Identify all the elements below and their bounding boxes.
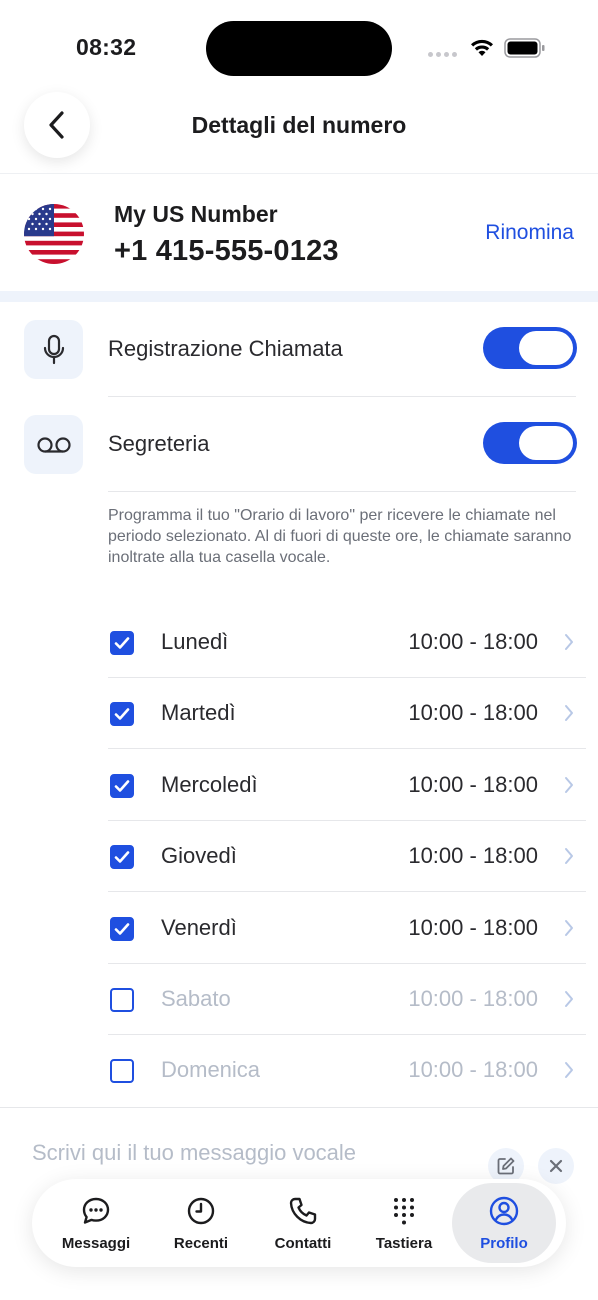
voicemail-label: Segreteria [108, 431, 210, 456]
checkmark-icon [114, 779, 130, 792]
profile-icon [489, 1196, 519, 1226]
chat-bubble-icon [82, 1197, 110, 1224]
tab-label: Recenti [173, 1235, 229, 1252]
phone-icon [289, 1197, 317, 1225]
day-hours: 10:00 - 18:00 [408, 914, 538, 940]
day-checkbox[interactable] [110, 702, 134, 727]
voicemail-row: Segreteria [0, 397, 598, 492]
chevron-right-icon [564, 847, 574, 870]
day-hours: 10:00 - 18:00 [408, 629, 538, 654]
day-name: Mercoledì [161, 771, 258, 797]
chevron-right-icon [564, 990, 574, 1013]
day-row[interactable]: Sabato 10:00 - 18:00 [108, 964, 586, 1035]
voicemail-message-input[interactable]: Scrivi qui il tuo messaggio vocale [32, 1140, 356, 1166]
day-row[interactable]: Giovedì 10:00 - 18:00 [108, 821, 586, 893]
tab-label: Profilo [480, 1235, 528, 1252]
tab-messages[interactable]: Messaggi [44, 1179, 148, 1267]
divider [0, 1107, 598, 1108]
chevron-right-icon [564, 1061, 574, 1084]
toggle-knob [519, 331, 573, 365]
call-recording-label: Registrazione Chiamata [108, 336, 343, 361]
checkmark-icon [114, 708, 130, 721]
tab-label: Tastiera [375, 1235, 433, 1252]
call-recording-row: Registrazione Chiamata [0, 302, 598, 397]
us-flag-icon [24, 204, 84, 264]
day-name: Martedì [161, 700, 236, 726]
call-recording-toggle[interactable] [483, 327, 577, 369]
voicemail-toggle[interactable] [483, 422, 577, 464]
day-name: Sabato [161, 986, 231, 1011]
day-hours: 10:00 - 18:00 [408, 986, 538, 1011]
tab-label: Contatti [274, 1235, 332, 1252]
chevron-right-icon [564, 704, 574, 727]
edit-icon [497, 1157, 515, 1175]
clock-icon [187, 1197, 215, 1225]
header: Dettagli del numero [0, 92, 598, 174]
checkmark-icon [114, 637, 130, 649]
battery-icon [504, 38, 545, 58]
tab-recents[interactable]: Recenti [149, 1179, 253, 1267]
setting-icon-box [24, 415, 83, 474]
divider [108, 491, 576, 492]
keypad-icon [394, 1198, 414, 1225]
rename-button[interactable]: Rinomina [485, 221, 574, 245]
tab-keypad[interactable]: Tastiera [352, 1179, 456, 1267]
day-hours: 10:00 - 18:00 [408, 771, 538, 797]
clear-message-button[interactable] [538, 1148, 574, 1184]
status-time: 08:32 [76, 34, 137, 60]
day-name: Venerdì [161, 914, 237, 940]
phone-number: +1 415-555-0123 [114, 235, 339, 267]
number-card: My US Number +1 415-555-0123 Rinomina [0, 175, 598, 291]
day-checkbox[interactable] [110, 631, 134, 655]
chevron-right-icon [564, 633, 574, 656]
checkmark-icon [114, 851, 130, 863]
tab-bar: Messaggi Recenti Contatti Tastiera Profi… [32, 1179, 566, 1267]
tab-contacts[interactable]: Contatti [251, 1179, 355, 1267]
chevron-right-icon [564, 919, 574, 942]
day-name: Lunedì [161, 629, 229, 654]
tab-profile[interactable]: Profilo [452, 1183, 556, 1263]
cellular-signal-icon [428, 52, 457, 57]
tab-label: Messaggi [61, 1235, 131, 1252]
day-checkbox[interactable] [110, 988, 134, 1012]
section-separator [0, 291, 598, 302]
setting-icon-box [24, 320, 83, 379]
microphone-icon [43, 334, 64, 364]
day-hours: 10:00 - 18:00 [408, 843, 538, 869]
checkmark-icon [114, 922, 130, 935]
day-name: Domenica [161, 1057, 261, 1083]
chevron-right-icon [564, 776, 574, 799]
day-checkbox[interactable] [110, 916, 134, 941]
wifi-icon [471, 39, 493, 56]
voicemail-icon [36, 436, 71, 453]
day-row[interactable]: Domenica 10:00 - 18:00 [108, 1035, 586, 1106]
day-checkbox[interactable] [110, 845, 134, 870]
dynamic-island [206, 21, 392, 76]
day-name: Giovedì [161, 843, 237, 869]
page-title: Dettagli del numero [191, 112, 407, 138]
day-row[interactable]: Lunedì 10:00 - 18:00 [108, 607, 586, 678]
toggle-knob [519, 426, 573, 460]
day-row[interactable]: Mercoledì 10:00 - 18:00 [108, 750, 586, 821]
close-icon [549, 1159, 563, 1173]
day-hours: 10:00 - 18:00 [408, 700, 538, 726]
day-checkbox[interactable] [110, 773, 134, 798]
day-hours: 10:00 - 18:00 [408, 1057, 538, 1083]
day-checkbox[interactable] [110, 1059, 134, 1084]
number-name: My US Number [114, 201, 278, 227]
status-bar: 08:32 [0, 0, 598, 96]
day-row[interactable]: Martedì 10:00 - 18:00 [108, 678, 586, 750]
working-hours-description: Programma il tuo "Orario di lavoro" per … [108, 507, 572, 566]
day-row[interactable]: Venerdì 10:00 - 18:00 [108, 893, 586, 964]
